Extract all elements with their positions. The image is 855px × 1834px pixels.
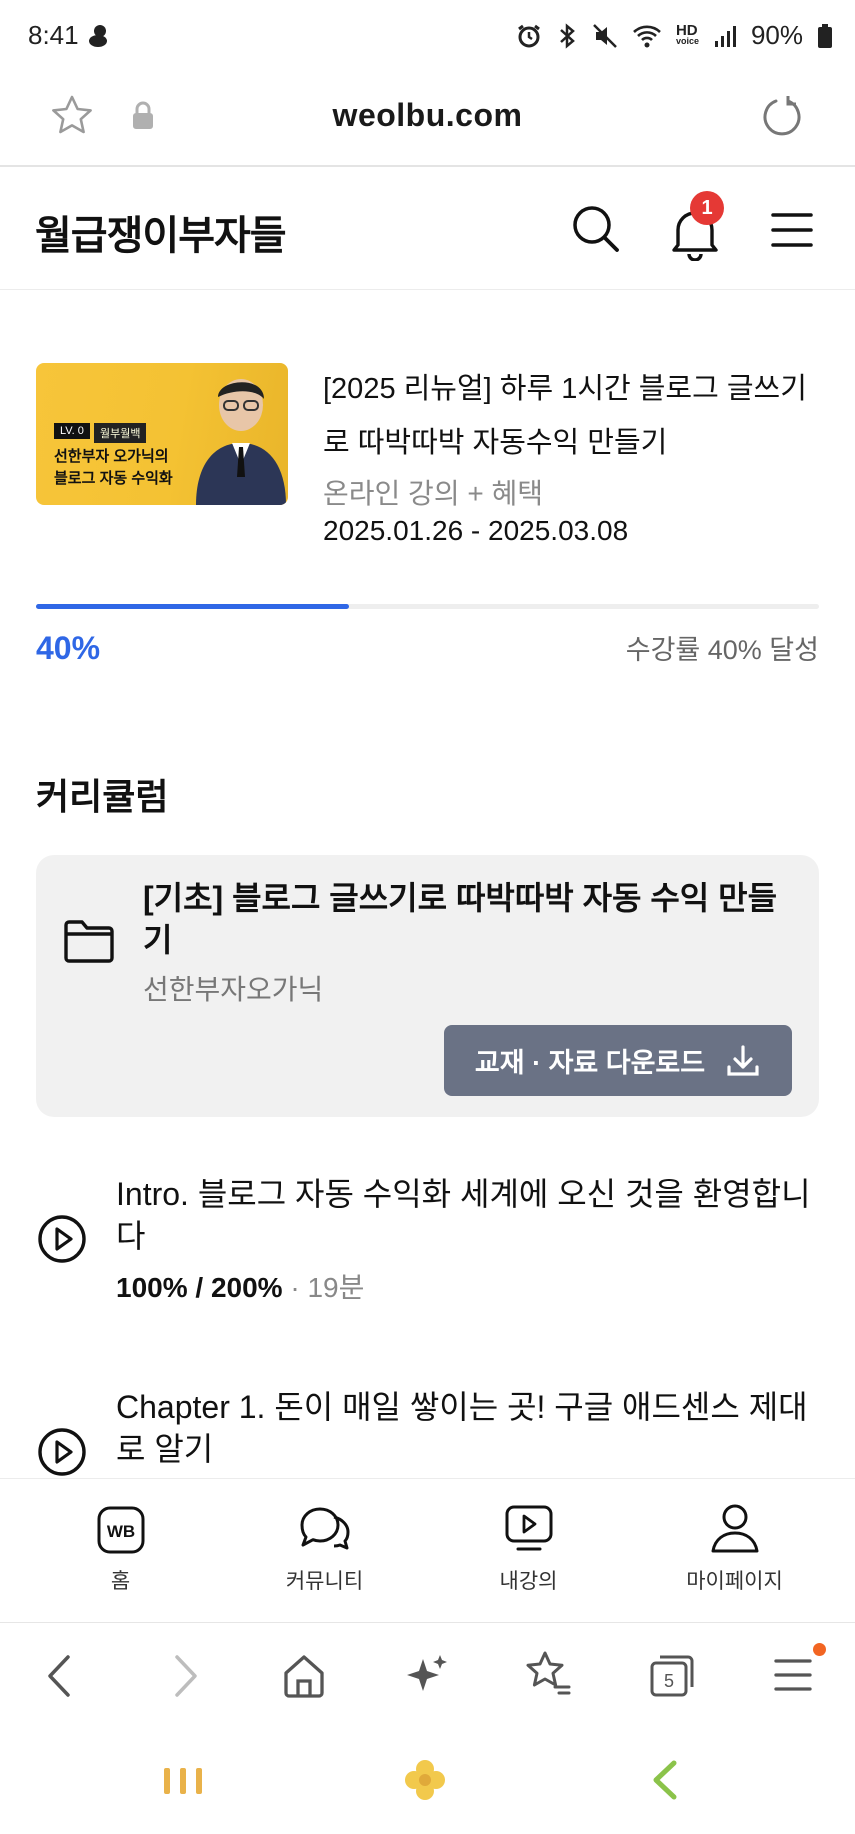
person-icon [711, 1504, 759, 1553]
system-nav-bar [0, 1727, 855, 1834]
nav-mypage[interactable]: 마이페이지 [628, 1479, 841, 1621]
back-arrow-icon[interactable] [40, 1653, 80, 1699]
progress-fill [36, 604, 350, 609]
lesson-duration: · 19분 [290, 1272, 365, 1303]
play-circle-icon[interactable] [36, 1213, 88, 1265]
lesson-meta: 100% / 200% · 19분 [116, 1266, 364, 1306]
bluetooth-icon [560, 22, 575, 49]
wb-home-icon: WB [97, 1506, 145, 1554]
home-icon[interactable] [280, 1651, 328, 1699]
browser-menu-icon[interactable] [772, 1653, 814, 1697]
battery-icon [818, 23, 832, 48]
curriculum-heading: 커리큘럼 [36, 776, 169, 817]
bookmarks-icon[interactable] [523, 1649, 573, 1701]
nav-my-lectures-label: 내강의 [499, 1570, 558, 1593]
thumb-series-tag: 월부월백 [94, 423, 147, 443]
wb-home-icon-text: WB [107, 1522, 135, 1541]
app-bottom-nav: WB 홈 커뮤니티 내강의 마이페이지 [0, 1478, 855, 1621]
course-thumbnail[interactable]: LV. 0 월부월백 선한부자 오가닉의 블로그 자동 수익화 [36, 363, 288, 505]
app-notification-icon [89, 25, 107, 47]
lesson-title[interactable]: Chapter 1. 돈이 매일 쌓이는 곳! 구글 애드센스 제대로 알기 [116, 1386, 821, 1470]
search-icon[interactable] [570, 203, 622, 255]
sparkle-icon[interactable] [403, 1651, 451, 1699]
download-label: 교재 · 자료 다운로드 [474, 1048, 706, 1078]
thumb-level-tag: LV. 0 [54, 423, 90, 439]
system-back-icon[interactable] [648, 1759, 682, 1801]
signal-icon [714, 25, 736, 47]
download-materials-button[interactable]: 교재 · 자료 다운로드 [444, 1025, 792, 1096]
course-type: 온라인 강의 + 혜택 [323, 478, 544, 509]
alarm-icon [518, 24, 540, 47]
hd-voice-indicator: HD voice [675, 21, 699, 46]
reload-icon[interactable] [758, 93, 806, 141]
wifi-icon [633, 25, 661, 47]
url-text[interactable]: weolbu.com [0, 97, 855, 134]
video-play-icon [505, 1505, 553, 1551]
battery-percent: 90% [750, 20, 803, 50]
lesson-title[interactable]: Intro. 블로그 자동 수익화 세계에 오신 것을 환영합니다 [116, 1173, 821, 1257]
forward-arrow-icon[interactable] [165, 1653, 205, 1699]
lesson-progress: 100% / 200% [116, 1272, 283, 1303]
recent-apps-icon[interactable] [160, 1763, 206, 1799]
browser-url-bar: weolbu.com [0, 75, 855, 167]
progress-note: 수강률 40% 달성 [625, 635, 819, 665]
tabs-icon[interactable]: 5 [648, 1649, 696, 1701]
section-author: 선한부자오가닉 [143, 974, 324, 1005]
home-flower-icon[interactable] [402, 1757, 448, 1803]
tab-count: 5 [664, 1671, 674, 1691]
nav-my-lectures[interactable]: 내강의 [422, 1479, 635, 1621]
nav-community-label: 커뮤니티 [285, 1570, 364, 1593]
course-title[interactable]: [2025 리뉴얼] 하루 1시간 블로그 글쓰기로 따박따박 자동수익 만들기 [323, 362, 823, 470]
mute-icon [593, 23, 617, 48]
progress-percent: 40% [36, 630, 101, 666]
play-circle-icon[interactable] [36, 1426, 88, 1478]
status-icons: HD voice 90% [516, 20, 833, 51]
chat-bubbles-icon [300, 1507, 350, 1550]
download-icon [727, 1044, 759, 1076]
status-time: 8:41 [28, 20, 79, 50]
thumb-line2: 블로그 자동 수익화 [54, 470, 173, 487]
menu-icon[interactable] [770, 211, 814, 249]
notification-badge: 1 [690, 191, 724, 225]
status-bar: 8:41 HD voice 90% [0, 0, 855, 75]
instructor-photo [196, 379, 286, 505]
section-title: [기초] 블로그 글쓰기로 따박따박 자동 수익 만들기 [143, 880, 778, 958]
app-header: 월급쟁이부자들 1 [0, 167, 855, 290]
nav-mypage-label: 마이페이지 [686, 1570, 783, 1593]
thumb-line1: 선한부자 오가닉의 [54, 448, 169, 465]
nav-home[interactable]: WB 홈 [14, 1479, 227, 1621]
nav-home-label: 홈 [110, 1570, 131, 1593]
menu-update-dot [813, 1643, 826, 1656]
course-date-range: 2025.01.26 - 2025.03.08 [323, 515, 629, 546]
nav-community[interactable]: 커뮤니티 [218, 1479, 431, 1621]
folder-icon [64, 920, 114, 963]
site-logo[interactable]: 월급쟁이부자들 [35, 203, 287, 261]
browser-toolbar: 5 [0, 1622, 855, 1728]
